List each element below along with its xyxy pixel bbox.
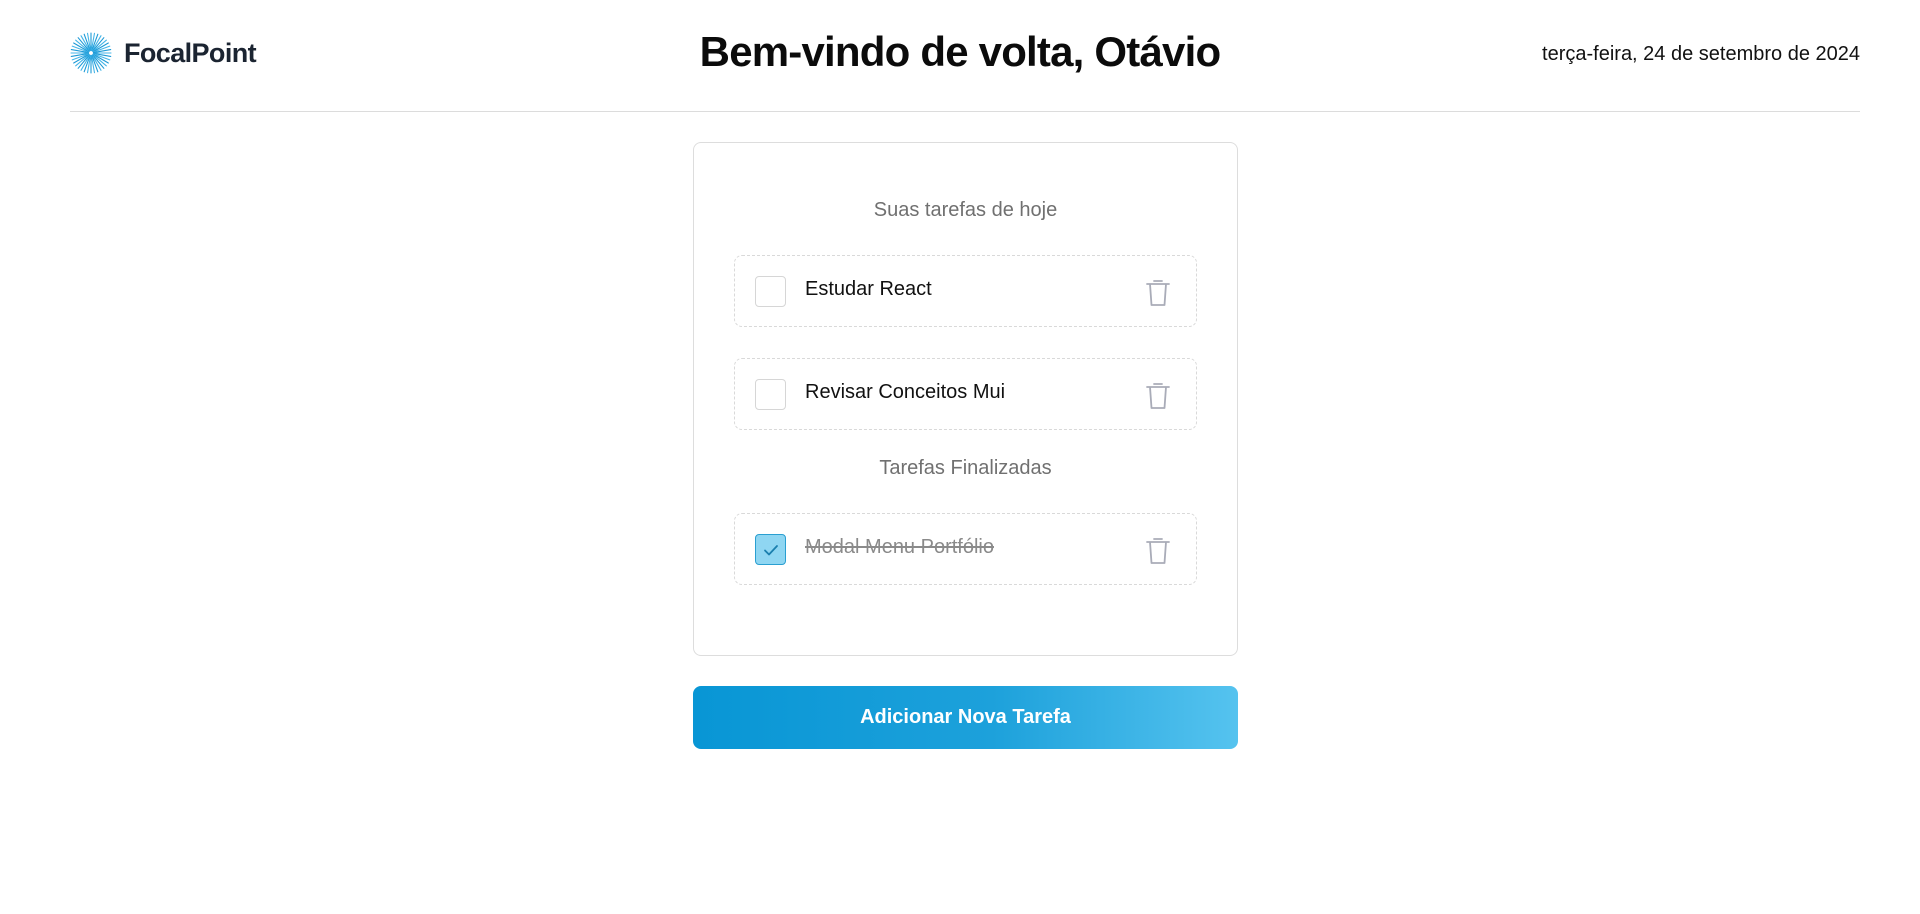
trash-icon xyxy=(1146,280,1170,306)
trash-icon xyxy=(1146,538,1170,564)
header-divider xyxy=(70,111,1860,112)
task-label: Revisar Conceitos Mui xyxy=(805,381,1006,403)
task-checkbox[interactable] xyxy=(755,276,786,307)
done-tasks-title: Tarefas Finalizadas xyxy=(879,457,1052,479)
task-item-done: Modal Menu Portfólio xyxy=(734,513,1197,585)
delete-task-button[interactable] xyxy=(1144,381,1172,411)
trash-icon xyxy=(1146,383,1170,409)
task-label: Modal Menu Portfólio xyxy=(805,536,994,558)
task-checkbox-checked[interactable] xyxy=(755,534,786,565)
add-task-button[interactable]: Adicionar Nova Tarefa xyxy=(693,686,1238,749)
task-item: Revisar Conceitos Mui xyxy=(734,358,1197,430)
delete-task-button[interactable] xyxy=(1144,278,1172,308)
task-checkbox[interactable] xyxy=(755,379,786,410)
current-date: terça-feira, 24 de setembro de 2024 xyxy=(1542,43,1860,65)
app-header: FocalPoint Bem-vindo de volta, Otávio te… xyxy=(0,0,1920,112)
check-icon xyxy=(763,544,778,555)
task-label: Estudar React xyxy=(805,278,932,300)
task-item: Estudar React xyxy=(734,255,1197,327)
delete-task-button[interactable] xyxy=(1144,536,1172,566)
today-tasks-title: Suas tarefas de hoje xyxy=(873,199,1058,221)
tasks-card: Suas tarefas de hoje Estudar React Revis… xyxy=(693,142,1238,656)
